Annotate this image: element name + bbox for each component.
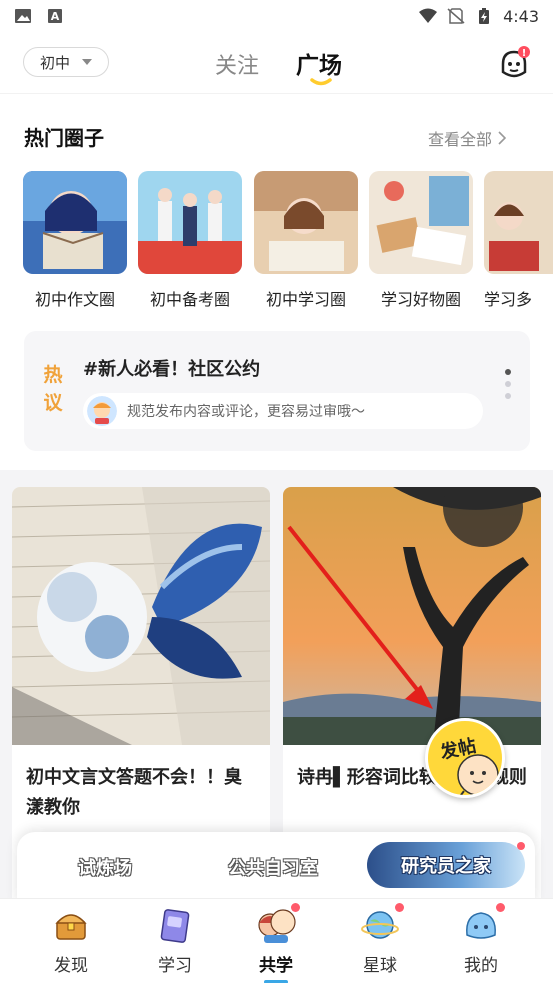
nav-label: 学习 [158, 956, 192, 976]
public-study-room-button[interactable]: 公共自习室 [228, 854, 318, 880]
pager-dot [505, 393, 511, 399]
circle-cover-image [23, 171, 127, 274]
treasure-chest-icon [51, 905, 91, 945]
post-image [12, 487, 270, 745]
circle-cover-image [254, 171, 358, 274]
nav-me[interactable]: 我的 [436, 903, 526, 976]
circle-item[interactable]: 学习多 [484, 171, 553, 310]
no-sim-icon [447, 8, 465, 24]
circle-label: 初中学习圈 [265, 290, 346, 309]
nav-label: 共学 [259, 956, 293, 976]
co-learn-mascot-icon [256, 903, 300, 945]
hot-topic-subtitle-pill: 规范发布内容或评论，更容易过审哦～ [83, 393, 483, 429]
notification-dot [496, 903, 505, 912]
hot-topic-badge: 热议 [43, 364, 63, 414]
chevron-right-icon [498, 131, 507, 145]
view-all-label: 查看全部 [428, 130, 493, 149]
pager-dot [505, 381, 511, 387]
profile-blob-icon [461, 903, 505, 945]
researcher-home-button[interactable]: 研究员之家 [367, 842, 525, 888]
hot-circles-list: 初中作文圈 初中备考圈 初中学习圈 学习好物圈 学习多 [23, 171, 553, 311]
hot-circles-title: 热门圈子 [24, 126, 104, 150]
circle-label: 学习好物圈 [380, 290, 461, 309]
circle-cover-image [369, 171, 473, 274]
quick-entry-panel: 试炼场 公共自习室 研究员之家 [17, 832, 535, 904]
status-time: 4:43 [503, 6, 539, 26]
post-title: 初中文言文答题不会！！臭漾教你 [26, 767, 242, 818]
planet-icon [360, 903, 404, 945]
circle-item[interactable]: 学习好物圈 [369, 171, 473, 310]
circle-item[interactable]: 初中学习圈 [254, 171, 358, 310]
wifi-icon [419, 8, 438, 23]
text-icon: A [48, 9, 62, 23]
carousel-pager [505, 369, 511, 399]
notification-dot [517, 842, 525, 850]
circle-label: 学习多 [484, 290, 533, 309]
bottom-navigation: 发现 学习 共学 星球 我的 [0, 898, 553, 983]
gallery-icon [15, 9, 31, 23]
create-post-button[interactable]: 发帖 [425, 718, 505, 798]
dropdown-arrow-icon [82, 59, 92, 65]
hot-topic-card[interactable]: 热议 #新人必看！社区公约 规范发布内容或评论，更容易过审哦～ [24, 331, 530, 451]
notification-dot [291, 903, 300, 912]
nav-label: 我的 [464, 956, 498, 976]
active-tab-indicator [310, 78, 332, 86]
status-bar: A 4:43 [0, 0, 553, 32]
circle-cover-image [138, 171, 242, 274]
researcher-home-label: 研究员之家 [401, 856, 491, 877]
tab-square[interactable]: 广场 [296, 46, 342, 80]
top-header: 初中 关注 广场 ! [0, 32, 553, 94]
robot-assistant-icon[interactable]: ! [498, 46, 530, 78]
post-image [283, 487, 541, 745]
nav-label: 星球 [363, 956, 397, 976]
hot-topic-subtitle: 规范发布内容或评论，更容易过审哦～ [127, 404, 365, 420]
view-all-link[interactable]: 查看全部 [428, 126, 507, 150]
book-icon [155, 905, 195, 945]
circle-label: 初中作文圈 [34, 290, 115, 309]
svg-text:!: ! [522, 48, 527, 59]
circle-item[interactable]: 初中作文圈 [23, 171, 127, 310]
nav-co-learn[interactable]: 共学 [231, 903, 321, 983]
battery-charging-icon [479, 8, 490, 24]
circle-label: 初中备考圈 [149, 290, 230, 309]
nav-study[interactable]: 学习 [130, 905, 220, 976]
circle-item[interactable]: 初中备考圈 [138, 171, 242, 310]
nav-planet[interactable]: 星球 [335, 903, 425, 976]
nav-label: 发现 [54, 956, 88, 976]
circle-cover-image [484, 171, 553, 274]
grade-selector-value: 初中 [39, 53, 70, 72]
notification-dot [395, 903, 404, 912]
avatar [87, 396, 117, 426]
pager-dot [505, 369, 511, 375]
svg-text:A: A [51, 10, 60, 23]
nav-discover[interactable]: 发现 [26, 905, 116, 976]
tab-follow[interactable]: 关注 [215, 48, 259, 80]
hot-topic-title: #新人必看！社区公约 [83, 359, 261, 380]
trial-ground-button[interactable]: 试炼场 [78, 854, 132, 880]
grade-selector[interactable]: 初中 [23, 47, 109, 77]
